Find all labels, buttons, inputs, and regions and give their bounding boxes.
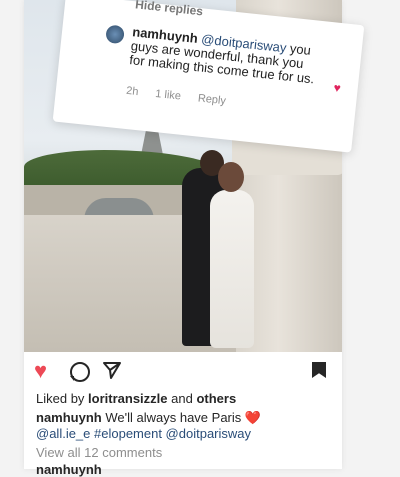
post-caption: namhuynh We'll always have Paris ❤️ @all… (36, 410, 326, 442)
caption-text: We'll always have Paris (105, 410, 242, 425)
comment-meta: 2h 1 like Reply (126, 85, 241, 109)
liked-user[interactable]: loritransizzle (88, 391, 167, 406)
comment-likes[interactable]: 1 like (155, 88, 182, 103)
post-actions: ♥ (34, 360, 332, 384)
next-comment-user[interactable]: namhuynh (36, 462, 102, 477)
comment-icon[interactable] (70, 362, 90, 382)
share-icon[interactable] (102, 360, 122, 380)
likes-summary[interactable]: Liked by loritransizzle and others (36, 391, 236, 406)
heart-icon[interactable]: ♥ (34, 360, 47, 382)
comment-time: 2h (125, 84, 140, 99)
avatar[interactable] (105, 24, 125, 45)
caption-username[interactable]: namhuynh (36, 410, 102, 425)
caption-mentions[interactable]: @all.ie_e #elopement @doitparisway (36, 426, 251, 441)
heart-icon[interactable]: ♥ (333, 81, 342, 96)
bride-head (218, 162, 244, 192)
comment-reply-button[interactable]: Reply (197, 92, 226, 107)
liked-and: and (171, 391, 193, 406)
caption-emoji: ❤️ (244, 410, 262, 425)
hide-replies-link[interactable]: Hide replies (135, 0, 204, 18)
liked-prefix: Liked by (36, 391, 85, 406)
liked-others[interactable]: others (196, 391, 236, 406)
comment-text: namhuynh @doitparisway you guys are wond… (129, 24, 322, 87)
bride-figure (210, 190, 254, 348)
view-comments-link[interactable]: View all 12 comments (36, 445, 162, 460)
bookmark-icon[interactable] (312, 362, 326, 378)
